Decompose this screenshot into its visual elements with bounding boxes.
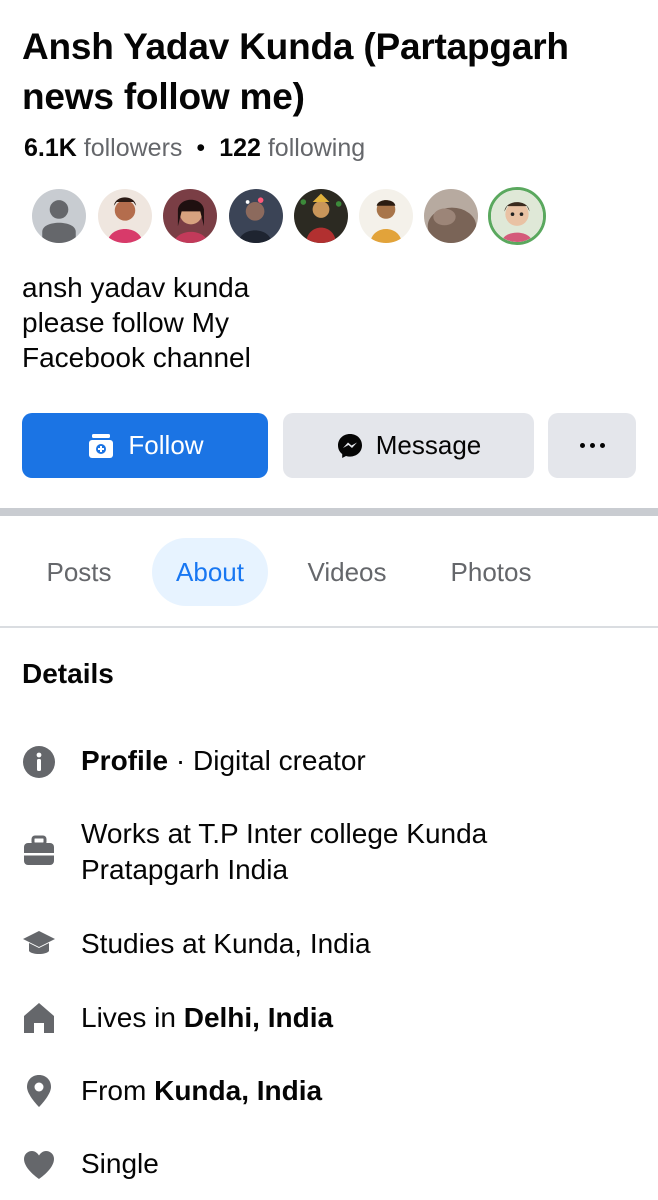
lives-location-link[interactable]: Delhi, India [184,1002,333,1033]
follow-button[interactable]: Follow [22,413,268,478]
tab-posts[interactable]: Posts [24,538,134,606]
tab-videos[interactable]: Videos [290,538,404,606]
briefcase-icon [22,834,56,868]
lives-prefix: Lives in [81,1002,184,1033]
profile-name: Ansh Yadav Kunda (Partapgarh news follow… [22,26,569,117]
stats-separator: • [196,134,206,162]
detail-text: From Kunda, India [81,1073,641,1109]
friend-avatar[interactable] [357,187,415,245]
friend-avatar[interactable] [96,187,154,245]
friend-avatar[interactable] [488,187,546,245]
follow-stats: 6.1K followers • 122 following [24,132,365,164]
bio-line: please follow My [22,307,229,338]
messenger-icon [336,432,364,460]
message-button[interactable]: Message [283,413,534,478]
friend-avatar[interactable] [292,187,350,245]
following-label: following [267,134,366,162]
profile-page: Ansh Yadav Kunda (Partapgarh news follow… [0,0,658,1200]
followers-count: 6.1K [24,134,77,162]
work-line: Pratapgarh India [81,854,289,885]
detail-text: Lives in Delhi, India [81,1000,641,1036]
details-heading: Details [22,658,114,689]
message-label: Message [375,430,482,460]
profile-category-value: · Digital creator [168,745,366,776]
heart-icon [22,1148,56,1182]
friend-avatar[interactable] [422,187,480,245]
follow-add-icon [86,432,116,460]
following-count: 122 [219,134,261,162]
section-divider [0,508,658,516]
info-icon [22,745,56,779]
detail-text: Single [81,1148,159,1179]
follow-label: Follow [128,430,204,460]
friend-avatar[interactable] [161,187,219,245]
detail-text: Profile · Digital creator [81,743,641,779]
followers-link[interactable]: 6.1K followers [24,134,182,162]
more-dots-icon [579,443,605,448]
friend-avatar[interactable] [227,187,285,245]
from-prefix: From [81,1075,155,1106]
hometown-link[interactable]: Kunda, India [154,1075,322,1106]
following-link[interactable]: 122 following [219,134,365,162]
profile-category-label: Profile [81,745,169,776]
profile-bio: ansh yadav kunda please follow My Facebo… [22,270,622,375]
tab-about[interactable]: About [152,538,268,606]
work-line: Works at T.P Inter college Kunda [81,818,488,849]
detail-text: Studies at Kunda, India [81,928,371,959]
default-avatar-icon[interactable] [30,187,88,245]
location-pin-icon [22,1074,56,1108]
tab-photos[interactable]: Photos [432,538,550,606]
home-icon [22,1001,56,1035]
graduation-cap-icon [22,927,56,961]
profile-tabs: Posts About Videos Photos [0,538,658,606]
tabs-divider [0,626,658,628]
followers-label: followers [83,134,183,162]
bio-line: Facebook channel [22,342,251,373]
more-options-button[interactable] [548,413,636,478]
detail-text: Works at T.P Inter college Kunda Pratapg… [81,816,641,888]
bio-line: ansh yadav kunda [22,272,250,303]
